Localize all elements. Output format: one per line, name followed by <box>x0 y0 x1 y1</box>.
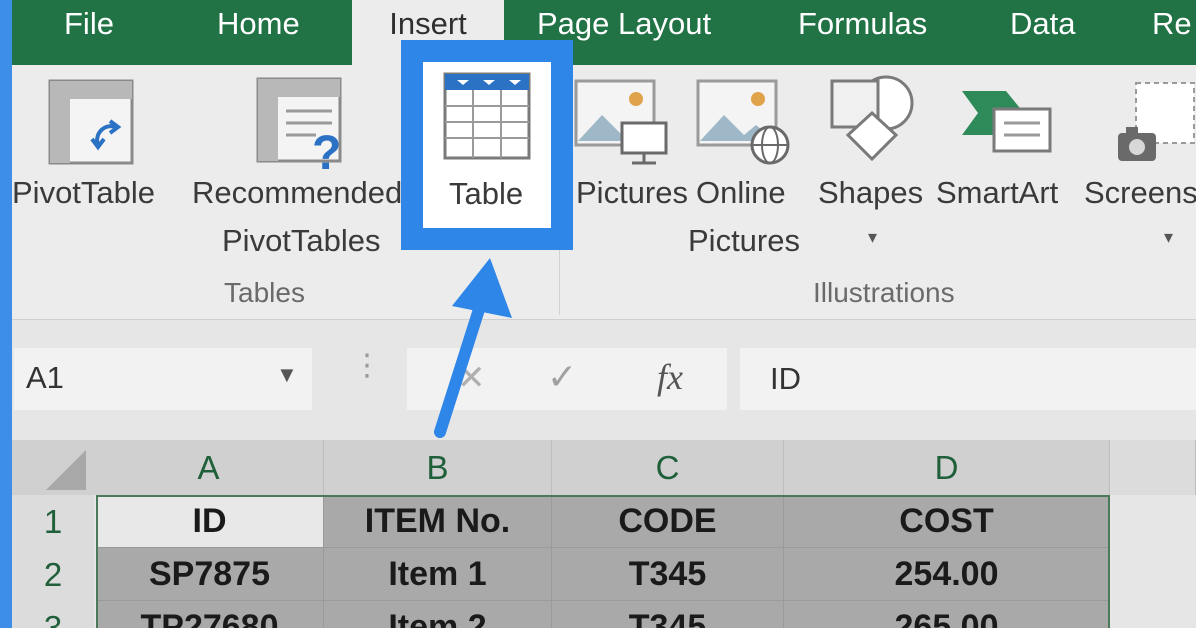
excel-window: File Home Insert Page Layout Formulas Da… <box>12 0 1196 628</box>
annotation-arrow <box>434 258 512 438</box>
